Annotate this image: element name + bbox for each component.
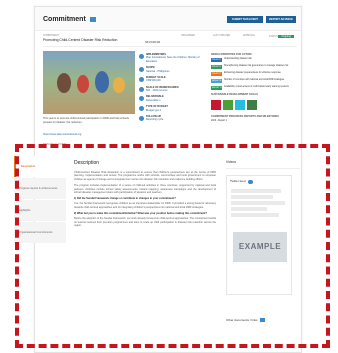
- people-icon: [139, 54, 144, 59]
- target-text: Availability of and access to multi-haza…: [224, 86, 289, 89]
- report-issue-button[interactable]: REPORT AN ISSUE: [266, 16, 296, 23]
- priority-tag: PRIORITY 1: [211, 58, 222, 66]
- meta-approval: APPROVAL: [243, 35, 255, 38]
- detail-follow-up: Follow-up Reporting cycle: [139, 115, 205, 122]
- detail-budget-type: Type of budget Budget type 1: [139, 105, 205, 112]
- priority-row: PRIORITY 4 Enhancing disaster preparedne…: [211, 72, 299, 80]
- meta-row: COMMITMENT Promoting Child-Centred Disas…: [43, 35, 297, 47]
- sdg-icon[interactable]: [223, 99, 233, 110]
- target-row: TARGET G Availability of and access to m…: [211, 86, 299, 91]
- detail-value: National - Philippines: [146, 69, 170, 73]
- photo-figure: [57, 73, 71, 93]
- meta-status: STATUS Ongoing: [269, 35, 294, 39]
- status-badge: Ongoing: [278, 35, 294, 39]
- target-tag: TARGET E: [211, 79, 222, 84]
- photo-figure: [95, 71, 109, 93]
- commitment-id: SFVC#C32: [145, 40, 161, 44]
- meta-organiser: ORGANISER: [181, 35, 195, 38]
- photo-figure: [77, 75, 89, 93]
- detail-value: Reporting cycle: [146, 118, 164, 122]
- wallet-icon: [139, 106, 144, 112]
- globe-icon: [139, 67, 144, 73]
- calendar-icon: [139, 115, 144, 121]
- target-row: TARGET E Number of countries with nation…: [211, 79, 299, 84]
- reporting-heading: COMMITMENT PROGRESS REPORTS AND MILESTON…: [211, 114, 279, 118]
- highlight-frame: [15, 144, 330, 348]
- detail-value: 500 - 1000 persons: [146, 89, 168, 92]
- meta-organiser-label: ORGANISER: [181, 35, 195, 37]
- detail-implementers: Implementers Plan International, Save the…: [139, 53, 205, 63]
- document-icon: [89, 16, 96, 22]
- detail-value: Deliverable 1: [146, 98, 161, 102]
- reporting-value[interactable]: 2020 - Report 1: [211, 120, 299, 123]
- detail-value: Budget type 1: [146, 108, 162, 112]
- card-header: Commitment SUBMIT THIS EVENT REPORT AN I…: [35, 7, 301, 31]
- sendai-panel: SENDAI PRIORITIES FOR ACTION PRIORITY 1 …: [211, 53, 299, 123]
- intro-text: This year is to promote child-centred pa…: [43, 117, 129, 124]
- group-icon: [139, 86, 144, 92]
- detail-scope: Scope National - Philippines: [139, 66, 205, 73]
- photo-figure: [113, 77, 125, 93]
- page-title-text: Commitment: [43, 16, 86, 23]
- coins-icon: [139, 76, 144, 82]
- submit-event-button[interactable]: SUBMIT THIS EVENT: [227, 16, 263, 23]
- meta-updated: LAST UPDATED: [213, 35, 230, 38]
- sendai-heading: SENDAI PRIORITIES FOR ACTION: [211, 53, 252, 56]
- detail-budget: Budget scale US$ 500,000: [139, 76, 205, 83]
- sdg-icons: [211, 99, 299, 110]
- meta-commitment: COMMITMENT Promoting Child-Centred Disas…: [43, 35, 143, 43]
- detail-value: US$ 500,000: [146, 79, 161, 83]
- sdg-icon[interactable]: [235, 99, 245, 110]
- page-title: Commitment: [43, 15, 96, 24]
- priority-row: PRIORITY 2 Strengthening disaster risk g…: [211, 65, 299, 73]
- priority-text: Strengthening disaster risk governance t…: [224, 65, 289, 68]
- sdg-icon[interactable]: [211, 99, 221, 110]
- meta-status-label: STATUS: [269, 36, 278, 38]
- commitment-title: Promoting Child-Centred Disaster Risk Re…: [43, 38, 118, 43]
- priority-tag: PRIORITY 2: [211, 65, 222, 73]
- meta-approval-label: APPROVAL: [243, 35, 256, 37]
- sdg-icon[interactable]: [247, 99, 257, 110]
- meta-updated-label: LAST UPDATED: [213, 35, 231, 37]
- website-link[interactable]: https://www.plan-international.org: [43, 133, 81, 137]
- detail-beneficiaries: Scale of beneficiaries 500 - 1000 persons: [139, 86, 205, 93]
- detail-deliverable: Deliverable Deliverable 1: [139, 95, 205, 102]
- project-photo: [43, 51, 135, 114]
- detail-value[interactable]: Plan International, Save the Children, M…: [146, 56, 205, 63]
- sdg-heading: SUSTAINABLE DEVELOPMENT GOALS: [211, 93, 258, 97]
- priority-text: Understanding disaster risk: [224, 58, 252, 61]
- page: Commitment SUBMIT THIS EVENT REPORT AN I…: [0, 0, 338, 353]
- detail-label: Type of budget: [146, 105, 168, 109]
- commitment-details: Implementers Plan International, Save the…: [139, 53, 205, 125]
- meta-commitment-label: COMMITMENT: [43, 35, 59, 37]
- checklist-icon: [139, 96, 144, 102]
- target-tag: TARGET G: [211, 86, 222, 91]
- priority-row: PRIORITY 1 Understanding disaster risk: [211, 58, 299, 66]
- meta-id: SFVC#C32: [145, 40, 160, 44]
- priority-tag: PRIORITY 4: [211, 72, 222, 80]
- priority-text: Enhancing disaster preparedness for effe…: [224, 72, 281, 75]
- target-text: Number of countries with national and lo…: [224, 79, 285, 82]
